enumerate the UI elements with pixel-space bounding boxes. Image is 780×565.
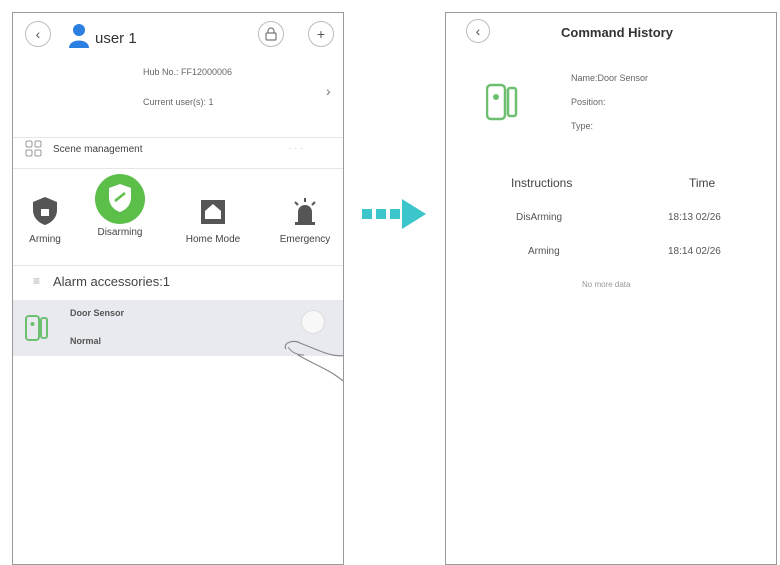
back-button[interactable]: ‹ (466, 19, 490, 43)
chevron-right-icon[interactable]: › (326, 83, 331, 99)
user-name: user 1 (95, 30, 137, 47)
back-button[interactable]: ‹ (25, 21, 51, 47)
plus-icon: + (316, 26, 326, 42)
arrow-segment (362, 209, 372, 219)
chevron-left-icon: ‹ (475, 23, 481, 39)
user-icon (69, 24, 89, 48)
arrow-segment (390, 209, 400, 219)
table-cell-time: 18:14 02/26 (668, 246, 721, 257)
alarm-light-icon (294, 198, 316, 225)
add-button[interactable]: + (308, 21, 334, 47)
table-cell-instruction: DisArming (516, 212, 563, 223)
home-icon (201, 200, 225, 224)
device-type: Type: (571, 121, 594, 131)
device-position: Position: (571, 97, 606, 107)
right-phone-screen: ‹ Command History Name:Door Sensor Posit… (445, 12, 777, 565)
more-icon[interactable]: · · · (288, 143, 304, 154)
current-users: Current user(s): 1 (143, 97, 214, 107)
mode-disarming[interactable]: Disarming (80, 173, 160, 238)
list-icon: ≡ (33, 274, 41, 288)
door-sensor-icon (486, 83, 518, 121)
door-sensor-icon (25, 315, 48, 341)
mode-label: Disarming (97, 227, 143, 238)
divider (13, 137, 343, 138)
mode-label: Home Mode (185, 234, 241, 245)
table-cell-instruction: Arming (528, 246, 560, 257)
device-name: Name:Door Sensor (571, 73, 649, 83)
mode-label: Arming (29, 234, 61, 245)
chevron-left-icon: ‹ (35, 26, 41, 42)
arrow-right-icon (402, 199, 426, 229)
table-cell-time: 18:13 02/26 (668, 212, 721, 223)
lock-button[interactable] (258, 21, 284, 47)
alarm-accessories-label: Alarm accessories:1 (53, 274, 171, 289)
mode-home[interactable]: Home Mode (173, 190, 253, 245)
arrow-segment (376, 209, 386, 219)
shield-lock-icon (33, 197, 57, 225)
column-header-time: Time (689, 176, 716, 190)
scene-grid-icon (25, 140, 42, 157)
divider (13, 168, 343, 169)
accessory-status: Normal (70, 336, 102, 346)
column-header-instructions: Instructions (511, 176, 573, 190)
divider (13, 265, 343, 266)
lock-icon (265, 27, 277, 41)
mode-arming[interactable]: Arming (13, 190, 85, 245)
hub-number: Hub No.: FF12000006 (143, 67, 233, 77)
accessory-name: Door Sensor (70, 308, 125, 318)
page-title: Command History (561, 25, 673, 40)
mode-emergency[interactable]: Emergency (265, 190, 343, 245)
pointing-hand-icon (284, 340, 343, 382)
scene-management-label[interactable]: Scene management (53, 144, 143, 155)
mode-label: Emergency (279, 234, 331, 245)
no-more-data: No more data (582, 280, 631, 289)
left-phone-screen: ‹ user 1 + Hub No.: FF12000006 Current u… (12, 12, 344, 565)
shield-open-icon (95, 174, 145, 224)
